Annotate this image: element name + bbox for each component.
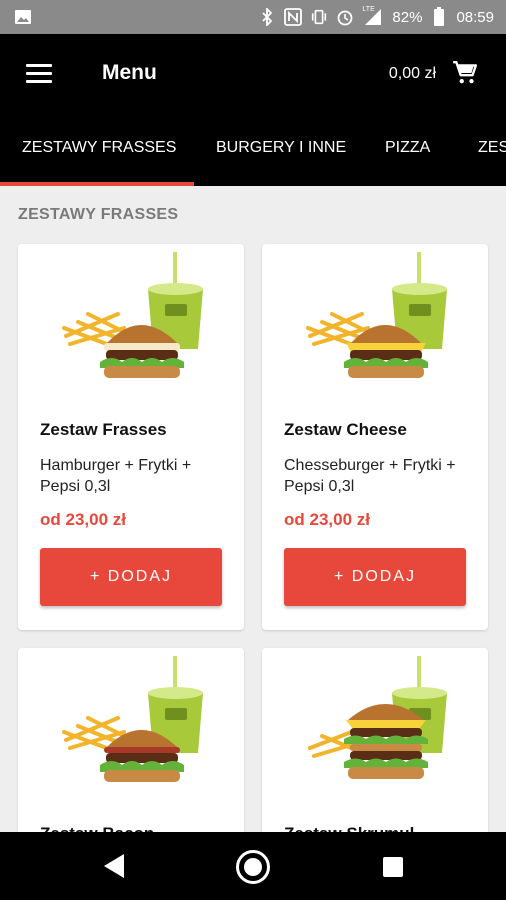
tab-zestawy-frasses[interactable]: ZESTAWY FRASSES: [22, 116, 176, 186]
bluetooth-icon: [258, 8, 276, 26]
page-title: Menu: [102, 61, 157, 84]
product-name: Zestaw Bacon: [40, 824, 154, 832]
menu-content: ZESTAWY FRASSES Zestaw Frasses Hamburger…: [0, 186, 506, 832]
product-name: Zestaw Cheese: [284, 420, 407, 439]
cart-total[interactable]: 0,00 zł: [389, 65, 436, 83]
tab-zestawy-partial[interactable]: ZES: [478, 116, 506, 186]
recent-apps-icon[interactable]: [383, 857, 403, 877]
clock: 08:59: [456, 8, 494, 26]
battery-icon: [430, 7, 448, 26]
vibrate-icon: [310, 8, 328, 26]
section-title: ZESTAWY FRASSES: [18, 206, 179, 223]
add-button[interactable]: + DODAJ: [284, 548, 466, 606]
tab-pizza[interactable]: PIZZA: [385, 116, 430, 186]
product-price: od 23,00 zł: [284, 510, 370, 529]
image-icon: [14, 8, 32, 31]
home-icon[interactable]: [236, 850, 270, 884]
battery-level: 82%: [392, 8, 423, 26]
back-icon[interactable]: [102, 852, 126, 885]
product-description: Hamburger + Frytki + Pepsi 0,3l: [40, 457, 192, 495]
product-image: [62, 252, 203, 378]
system-nav-bar: [0, 832, 506, 900]
add-button[interactable]: + DODAJ: [40, 548, 222, 606]
hamburger-menu-icon[interactable]: [26, 64, 52, 84]
product-image: [62, 656, 203, 782]
signal-icon: LTE: [362, 6, 384, 26]
product-card-cheese[interactable]: Zestaw Cheese Chesseburger + Frytki + Pe…: [262, 244, 488, 630]
network-label: LTE: [362, 6, 375, 13]
product-card-bacon[interactable]: Zestaw Bacon: [18, 648, 244, 832]
product-card-skrumul[interactable]: Zestaw Skrumul: [262, 648, 488, 832]
product-card-frasses[interactable]: Zestaw Frasses Hamburger + Frytki + Peps…: [18, 244, 244, 630]
category-tabs: ZESTAWY FRASSES BURGERY I INNE PIZZA ZES: [0, 116, 506, 186]
shopping-cart-icon[interactable]: [452, 60, 478, 86]
product-image: [308, 656, 447, 779]
product-image: [306, 252, 447, 378]
alarm-icon: [336, 8, 354, 26]
app-bar: Menu 0,00 zł: [0, 34, 506, 116]
status-bar: LTE 82% 08:59: [0, 0, 506, 34]
nfc-icon: [284, 8, 303, 26]
tab-burgery-i-inne[interactable]: BURGERY I INNE: [216, 116, 346, 186]
product-name: Zestaw Frasses: [40, 420, 167, 439]
product-description: Chesseburger + Frytki + Pepsi 0,3l: [284, 457, 456, 495]
product-name: Zestaw Skrumul: [284, 824, 414, 832]
product-price: od 23,00 zł: [40, 510, 126, 529]
